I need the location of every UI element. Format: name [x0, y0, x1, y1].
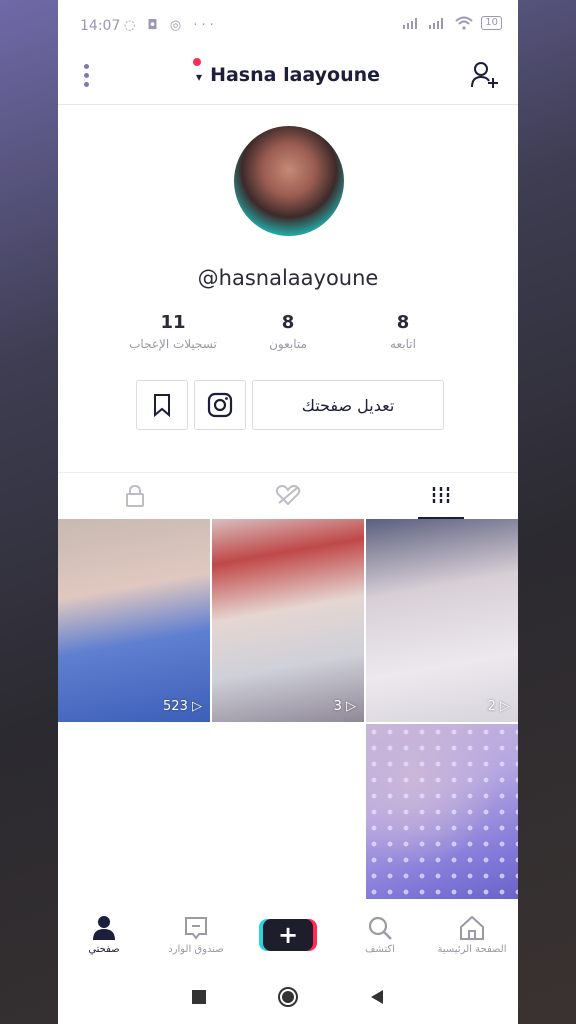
- chevron-down-icon: ▾: [195, 70, 202, 84]
- battery-indicator: 10: [481, 16, 502, 30]
- back-icon[interactable]: [369, 989, 385, 1005]
- nav-profile[interactable]: صفحتي: [58, 900, 150, 970]
- signal-icon-2: [429, 18, 444, 29]
- liked-hidden-icon: [275, 485, 301, 506]
- video-thumbnail[interactable]: [366, 724, 518, 899]
- profile-stats: 11 تسجيلات الإعجاب 8 متابعون 8 اتابعه: [118, 312, 458, 351]
- profile-header: ▾ Hasna laayoune: [58, 52, 518, 105]
- view-count: 3 ▷: [333, 699, 356, 714]
- profile-actions: تعديل صفحتك: [136, 380, 444, 430]
- status-bar: 14:07 ◌ ◘ ◎ ··· 10: [58, 0, 518, 52]
- recent-apps-icon[interactable]: [191, 989, 207, 1005]
- view-count: 523 ▷: [163, 699, 202, 714]
- nav-discover[interactable]: اكتشف: [334, 900, 426, 970]
- thumbnail-pattern: [366, 724, 518, 899]
- nav-home[interactable]: الصفحة الرئيسية: [426, 900, 518, 970]
- nav-label: الصفحة الرئيسية: [437, 944, 507, 955]
- tab-private[interactable]: [58, 473, 211, 519]
- nav-label: اكتشف: [365, 944, 395, 955]
- nav-create[interactable]: +: [242, 900, 334, 970]
- instagram-button[interactable]: [194, 380, 246, 430]
- status-right: 10: [403, 16, 502, 30]
- page-title: Hasna laayoune: [210, 64, 381, 86]
- stat-value: 8: [281, 312, 295, 333]
- video-thumbnail[interactable]: 3 ▷: [212, 519, 364, 722]
- bottom-navigation: صفحتي صندوق الوارد + اكتشف الصفحة الرئيس…: [58, 900, 518, 970]
- nav-inbox[interactable]: صندوق الوارد: [150, 900, 242, 970]
- stat-following[interactable]: 8 اتابعه: [348, 312, 458, 351]
- bookmark-icon: [154, 394, 170, 417]
- notification-icons: ◌ ◘ ◎ ···: [124, 18, 218, 33]
- stat-label: اتابعه: [390, 337, 416, 351]
- stat-followers[interactable]: 8 متابعون: [233, 312, 343, 351]
- video-thumbnail[interactable]: 2 ▷: [366, 519, 518, 722]
- home-button-icon[interactable]: [277, 986, 299, 1008]
- instagram-icon: [207, 392, 233, 418]
- username-handle: @hasnalaayoune: [197, 266, 379, 290]
- wifi-icon: [455, 16, 473, 30]
- tab-liked[interactable]: [211, 473, 364, 519]
- phone-screen: 14:07 ◌ ◘ ◎ ··· 10 ▾ Hasna laayoune @has…: [58, 0, 518, 1024]
- lock-icon: [125, 484, 144, 507]
- stat-likes[interactable]: 11 تسجيلات الإعجاب: [118, 312, 228, 351]
- discover-icon: [368, 916, 392, 940]
- nav-label: صندوق الوارد: [168, 944, 224, 955]
- stat-value: 8: [396, 312, 410, 333]
- favorites-button[interactable]: [136, 380, 188, 430]
- add-friend-icon[interactable]: [470, 60, 500, 90]
- create-icon: +: [263, 919, 313, 951]
- videos-grid-icon: [433, 487, 450, 505]
- account-switcher[interactable]: ▾ Hasna laayoune: [58, 58, 518, 86]
- tab-videos[interactable]: [365, 473, 518, 519]
- stat-value: 11: [160, 312, 186, 333]
- stat-label: تسجيلات الإعجاب: [129, 337, 217, 351]
- avatar[interactable]: [234, 126, 344, 236]
- status-time: 14:07: [80, 18, 121, 34]
- inbox-icon: [185, 917, 207, 940]
- edit-profile-button[interactable]: تعديل صفحتك: [252, 380, 444, 430]
- notification-dot: [193, 58, 201, 66]
- home-icon: [460, 915, 484, 940]
- nav-label: صفحتي: [88, 944, 120, 955]
- view-count: 2 ▷: [487, 699, 510, 714]
- video-thumbnail[interactable]: 523 ▷: [58, 519, 210, 722]
- system-navigation: [58, 970, 518, 1024]
- profile-tabs: [58, 472, 518, 519]
- signal-icon: [403, 18, 418, 29]
- profile-icon: [93, 916, 115, 940]
- stat-label: متابعون: [269, 337, 307, 351]
